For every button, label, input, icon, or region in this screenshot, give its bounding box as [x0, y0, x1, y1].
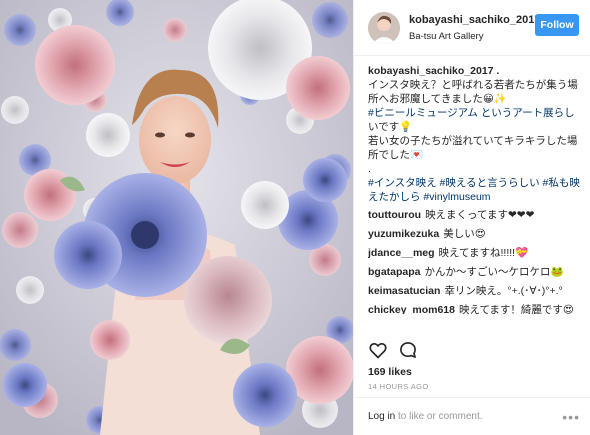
comment-text: かんか〜すごい〜ケロケロ🐸	[424, 266, 564, 278]
avatar-image	[368, 12, 400, 44]
avatar[interactable]	[368, 12, 400, 44]
caption-line: 若い女の子たちが溢れていてキラキラした場	[368, 135, 578, 147]
ellipsis-icon[interactable]: •••	[562, 409, 580, 425]
likes-count[interactable]: 169 likes	[368, 366, 412, 378]
caption-line: 所へお邪魔してきました😀✨	[368, 93, 507, 105]
login-prompt-text: to like or comment.	[395, 411, 483, 422]
comments-section: kobayashi_sachiko_2017 . インスタ映え？と呼ばれる若者た…	[368, 64, 583, 314]
caption-line: いです💡	[368, 121, 413, 133]
post-header: kobayashi_sachiko_2017 Ba-tsu Art Galler…	[354, 0, 590, 56]
post-timestamp[interactable]: 14 HOURS AGO	[368, 382, 429, 391]
comment-username-link[interactable]: bgatapapa	[368, 266, 421, 278]
post-caption: kobayashi_sachiko_2017 . インスタ映え？と呼ばれる若者た…	[368, 64, 583, 204]
caption-hashtag-line[interactable]: #ビニールミュージアム というアート展らし	[368, 106, 583, 120]
comment-text: 映えてます！綺麗です😍	[458, 304, 574, 314]
comment-item: yuzumikezuka 美しい😍	[368, 227, 583, 242]
caption-username-link[interactable]: kobayashi_sachiko_2017	[368, 65, 494, 77]
comment-text: 映えまくってます❤❤❤	[425, 209, 535, 221]
comment-username-link[interactable]: keimasatucian	[368, 285, 440, 297]
comment-text: 幸リン映え。°+.(･∀･)°+.°	[444, 285, 563, 297]
comment-username-link[interactable]: jdance__meg	[368, 247, 435, 259]
username-link[interactable]: kobayashi_sachiko_2017	[409, 14, 540, 26]
post-sidebar: kobayashi_sachiko_2017 Ba-tsu Art Galler…	[353, 0, 590, 435]
heart-outline-icon[interactable]	[368, 340, 388, 360]
caption-hashtag-line[interactable]: えたかしら #vinylmuseum	[368, 190, 583, 204]
caption-line: インスタ映え？と呼ばれる若者たちが集う場	[368, 79, 578, 91]
instagram-post: kobayashi_sachiko_2017 Ba-tsu Art Galler…	[0, 0, 590, 435]
login-bar: Log in to like or comment. •••	[354, 397, 590, 435]
login-link[interactable]: Log in	[368, 411, 395, 422]
follow-button[interactable]: Follow	[535, 14, 579, 36]
post-photo[interactable]	[0, 0, 353, 435]
comment-username-link[interactable]: yuzumikezuka	[368, 228, 439, 240]
caption-line: .	[368, 163, 371, 175]
post-actions	[368, 340, 448, 362]
location-link[interactable]: Ba-tsu Art Gallery	[409, 31, 483, 42]
comment-item: chickey_mom618 映えてます！綺麗です😍	[368, 303, 583, 314]
comment-username-link[interactable]: chickey_mom618	[368, 304, 455, 314]
comment-item: bgatapapa かんか〜すごい〜ケロケロ🐸	[368, 265, 583, 280]
caption-line: 所でした💌	[368, 149, 424, 161]
comment-item: touttourou 映えまくってます❤❤❤	[368, 208, 583, 223]
comment-text: 映えてますね!!!!!💝	[438, 247, 529, 259]
caption-username-suffix: .	[493, 65, 500, 77]
flower-backdrop-image	[0, 0, 353, 435]
comment-text: 美しい😍	[443, 228, 486, 240]
comment-item: keimasatucian 幸リン映え。°+.(･∀･)°+.°	[368, 284, 583, 299]
comment-item: jdance__meg 映えてますね!!!!!💝	[368, 246, 583, 261]
speech-bubble-icon[interactable]	[398, 340, 418, 360]
comment-username-link[interactable]: touttourou	[368, 209, 421, 221]
caption-hashtag-line[interactable]: #インスタ映え #映えると言うらしい #私も映	[368, 176, 583, 190]
